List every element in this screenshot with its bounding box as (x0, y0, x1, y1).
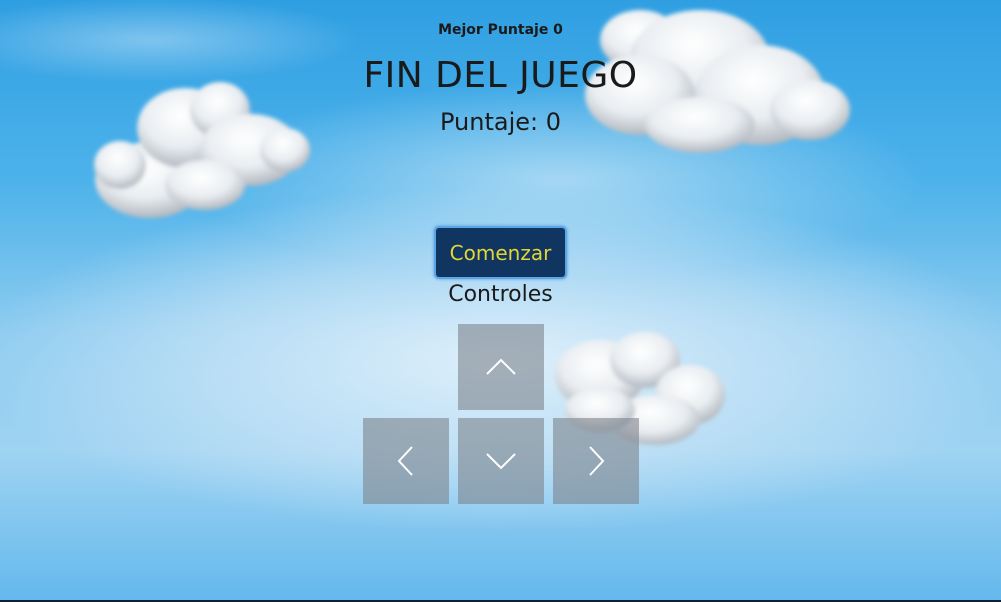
down-control-button[interactable] (458, 418, 544, 504)
chevron-right-icon (589, 446, 605, 476)
chevron-up-icon (486, 358, 516, 375)
controls-heading: Controles (448, 282, 553, 307)
right-control-button[interactable] (553, 418, 639, 504)
up-control-button[interactable] (458, 324, 544, 410)
left-control-button[interactable] (363, 418, 449, 504)
cloud-left (94, 82, 310, 218)
start-button[interactable]: Comenzar (434, 226, 567, 279)
chevron-left-icon (397, 446, 413, 476)
game-over-title: FIN DEL JUEGO (363, 55, 638, 96)
best-score-label: Mejor Puntaje 0 (438, 22, 563, 38)
start-button-label: Comenzar (449, 240, 552, 265)
score-label: Puntaje: 0 (439, 108, 561, 136)
chevron-down-icon (486, 453, 516, 470)
